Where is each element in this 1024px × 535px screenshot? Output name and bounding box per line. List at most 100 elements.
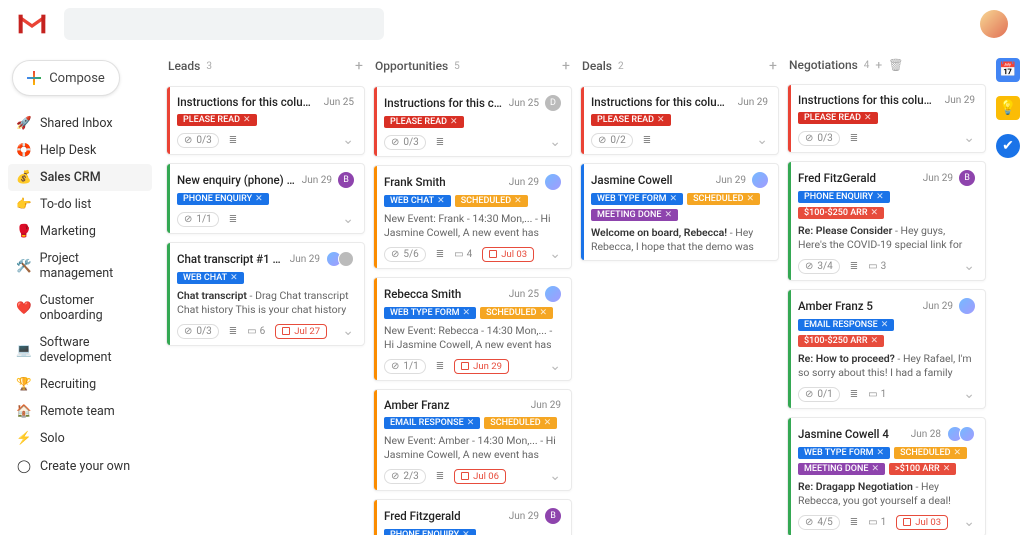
top-bar <box>0 0 1024 48</box>
column-deals: Deals 2 + Instructions for this columnJu… <box>580 56 779 527</box>
column-negotiations: Negotiations 4 +🗑 Instructions for this … <box>787 56 986 527</box>
subtask-count: 0/3 <box>177 324 219 339</box>
sidebar-item-create-own[interactable]: ◯Create your own <box>8 452 152 480</box>
chevron-down-icon[interactable]: ⌄ <box>342 323 354 339</box>
tag-scheduled[interactable]: Scheduled✕ <box>687 193 760 205</box>
sidebar-item-solo[interactable]: ⚡Solo <box>8 425 152 452</box>
tag-please-read[interactable]: PLEASE READ✕ <box>591 114 671 126</box>
tag-scheduled[interactable]: Scheduled✕ <box>455 195 528 207</box>
card-fred-fitzgerald[interactable]: Fred FitzgeraldJun 29B Phone enquiry✕ Ne… <box>373 499 572 535</box>
card-rebecca-smith[interactable]: Rebecca SmithJun 25 Web type form✕Schedu… <box>373 277 572 381</box>
chevron-down-icon[interactable]: ⌄ <box>756 132 768 148</box>
due-date-pill[interactable]: Jul 06 <box>454 469 506 484</box>
tag-web-type-form[interactable]: Web type form✕ <box>591 193 683 205</box>
chevron-down-icon[interactable]: ⌄ <box>963 386 975 402</box>
tag-scheduled[interactable]: Scheduled✕ <box>480 307 553 319</box>
card-amber-franz-neg[interactable]: Amber Franz 5Jun 29 Email response✕$100-… <box>787 289 986 409</box>
sidebar-item-todo[interactable]: 👉To-do list <box>8 191 152 218</box>
tag-web-type-form[interactable]: Web type form✕ <box>798 447 890 459</box>
card-chat-transcript[interactable]: Chat transcript #1 - Client Frank Le...J… <box>166 242 365 346</box>
tag-please-read[interactable]: PLEASE READ✕ <box>798 112 878 124</box>
kanban-board: Leads 3 + Instructions for this columnJu… <box>160 48 992 535</box>
due-date-pill[interactable]: Jun 29 <box>454 359 509 374</box>
sidebar-item-remote-team[interactable]: 🏠Remote team <box>8 398 152 425</box>
chevron-down-icon[interactable]: ⌄ <box>342 132 354 148</box>
add-card-button[interactable]: + <box>769 58 777 74</box>
chevron-down-icon[interactable]: ⌄ <box>963 130 975 146</box>
column-leads: Leads 3 + Instructions for this columnJu… <box>166 56 365 527</box>
tag-scheduled[interactable]: Scheduled✕ <box>484 417 557 429</box>
card-jasmine-cowell[interactable]: Jasmine CowellJun 29 Web type form✕Sched… <box>580 163 779 261</box>
due-date-pill[interactable]: Jul 27 <box>275 324 327 339</box>
card-jasmine-cowell-neg[interactable]: Jasmine Cowell 4Jun 28 Web type form✕Sch… <box>787 417 986 535</box>
calendar-icon <box>282 327 290 335</box>
tag-phone-enquiry[interactable]: Phone enquiry✕ <box>384 529 476 535</box>
profile-avatar[interactable] <box>980 10 1008 38</box>
description-icon <box>229 326 237 337</box>
add-card-button[interactable]: + <box>562 58 570 74</box>
tag-web-chat[interactable]: Web chat✕ <box>384 195 451 207</box>
tag-web-chat[interactable]: Web chat✕ <box>177 272 244 284</box>
tag-please-read[interactable]: PLEASE READ✕ <box>177 114 257 126</box>
card-instructions[interactable]: Instructions for this columnJun 25D PLEA… <box>373 86 572 157</box>
chevron-down-icon[interactable]: ⌄ <box>549 358 561 374</box>
card-body: Chat transcript - Drag Chat transcript C… <box>177 289 354 317</box>
add-card-button[interactable]: + <box>875 58 882 72</box>
moneybag-icon: 💰 <box>16 170 32 185</box>
tag-email-response[interactable]: Email response✕ <box>384 417 480 429</box>
glove-icon: 🥊 <box>16 224 32 239</box>
tag-meeting-done[interactable]: Meeting done✕ <box>798 463 885 475</box>
plus-icon <box>27 71 41 85</box>
sidebar-item-help-desk[interactable]: 🛟Help Desk <box>8 137 152 164</box>
avatar: B <box>338 172 354 188</box>
tag-phone-enquiry[interactable]: Phone enquiry✕ <box>798 191 890 203</box>
card-instructions[interactable]: Instructions for this columnJun 25 PLEAS… <box>166 86 365 155</box>
tasks-sidepanel-icon[interactable]: ✔ <box>996 134 1020 158</box>
sidebar-item-software-dev[interactable]: 💻Software development <box>8 329 152 371</box>
sidebar-item-onboarding[interactable]: ❤️Customer onboarding <box>8 287 152 329</box>
add-card-button[interactable]: + <box>355 58 363 74</box>
compose-button[interactable]: Compose <box>12 60 120 96</box>
keep-sidepanel-icon[interactable]: 💡 <box>996 96 1020 120</box>
avatar <box>959 298 975 314</box>
search-input[interactable] <box>64 8 384 40</box>
sidebar-item-marketing[interactable]: 🥊Marketing <box>8 218 152 245</box>
column-opportunities: Opportunities 5 + Instructions for this … <box>373 56 572 527</box>
calendar-sidepanel-icon[interactable]: 📅 <box>996 58 1020 82</box>
gmail-logo[interactable] <box>16 12 48 36</box>
column-count: 3 <box>206 61 212 72</box>
due-date-pill[interactable]: Jul 03 <box>482 247 534 262</box>
sidebar-item-shared-inbox[interactable]: 🚀Shared Inbox <box>8 110 152 137</box>
sidebar-item-sales-crm[interactable]: 💰Sales CRM <box>8 164 152 191</box>
card-amber-franz[interactable]: Amber FranzJun 29 Email response✕Schedul… <box>373 389 572 491</box>
chevron-down-icon[interactable]: ⌄ <box>963 514 975 530</box>
chevron-down-icon[interactable]: ⌄ <box>549 134 561 150</box>
card-instructions[interactable]: Instructions for this columnJun 29 PLEAS… <box>787 84 986 153</box>
avatar-stack <box>326 251 354 267</box>
column-title: Leads <box>168 59 200 73</box>
tag-meeting-done[interactable]: Meeting done✕ <box>591 209 678 221</box>
card-instructions[interactable]: Instructions for this columnJun 29 PLEAS… <box>580 86 779 155</box>
delete-column-button[interactable]: 🗑 <box>888 58 903 72</box>
card-frank-smith[interactable]: Frank SmithJun 29 Web chat✕Scheduled✕ Ne… <box>373 165 572 269</box>
tag-web-type-form[interactable]: Web type form✕ <box>384 307 476 319</box>
avatar-stack <box>947 426 975 442</box>
sidebar-item-recruiting[interactable]: 🏆Recruiting <box>8 371 152 398</box>
tag-arr-100-250[interactable]: $100-$250 ARR✕ <box>798 335 884 347</box>
tag-phone-enquiry[interactable]: Phone enquiry✕ <box>177 193 269 205</box>
due-date-pill[interactable]: Jul 03 <box>896 515 948 530</box>
column-header-negs: Negotiations 4 +🗑 <box>787 56 986 76</box>
chevron-down-icon[interactable]: ⌄ <box>549 246 561 262</box>
tag-arr-100-250[interactable]: $100-$250 ARR✕ <box>798 207 884 219</box>
card-new-enquiry[interactable]: New enquiry (phone) + Fred FitzGeraldJun… <box>166 163 365 234</box>
tag-please-read[interactable]: PLEASE READ✕ <box>384 116 464 128</box>
tag-email-response[interactable]: Email response✕ <box>798 319 894 331</box>
chevron-down-icon[interactable]: ⌄ <box>342 211 354 227</box>
chevron-down-icon[interactable]: ⌄ <box>549 468 561 484</box>
sidebar-item-project-mgmt[interactable]: 🛠️Project management <box>8 245 152 287</box>
comment-count: 6 <box>247 326 265 337</box>
tag-arr-100[interactable]: >$100 ARR✕ <box>889 463 956 475</box>
chevron-down-icon[interactable]: ⌄ <box>963 258 975 274</box>
card-fred-fitzgerald-neg[interactable]: Fred FitzGeraldJun 29B Phone enquiry✕$10… <box>787 161 986 281</box>
tag-scheduled[interactable]: Scheduled✕ <box>894 447 967 459</box>
